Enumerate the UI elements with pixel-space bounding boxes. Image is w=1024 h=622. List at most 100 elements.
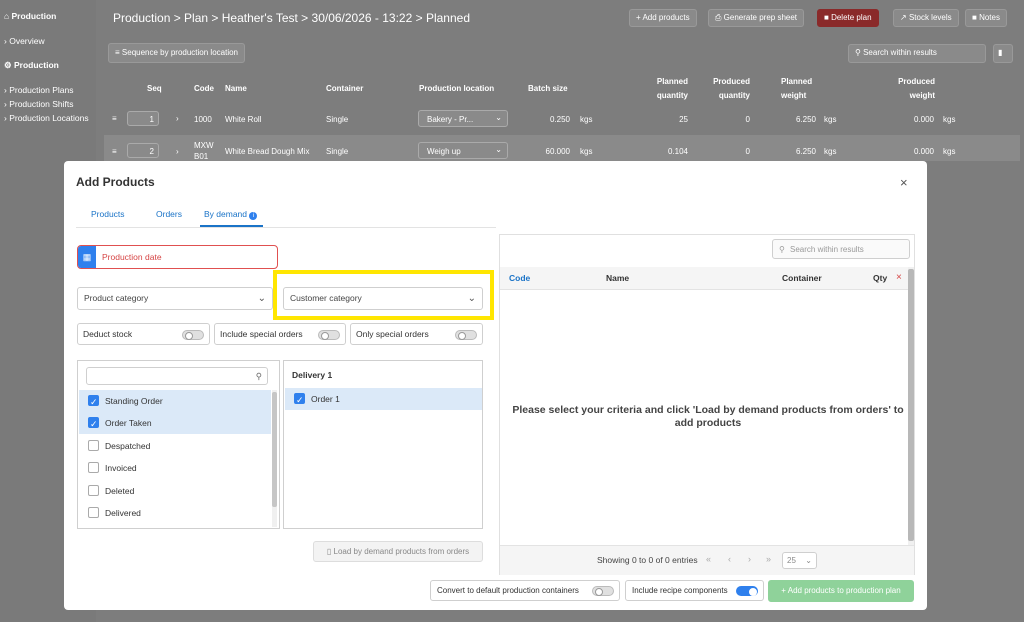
close-icon[interactable]: × [900, 175, 908, 190]
search-input[interactable]: ⚲ Search within results [848, 44, 986, 63]
toggle-switch[interactable] [736, 586, 758, 596]
col-qty[interactable]: Qty [873, 273, 887, 283]
export-button[interactable]: ▮ [993, 44, 1013, 63]
row-planned-weight: 6.250 [795, 147, 816, 156]
list-item-label: Order 1 [311, 394, 340, 404]
select-value: 25 [787, 556, 796, 565]
breadcrumb: Production > Plan > Heather's Test > 30/… [113, 11, 470, 25]
page-size-select[interactable]: 25 ⌄ [782, 552, 817, 569]
production-date-input[interactable]: ▦ Production date [77, 245, 278, 269]
scrollbar-thumb[interactable] [272, 392, 277, 507]
sidebar-section-production-2[interactable]: ⚙ Production [4, 60, 59, 71]
col-code[interactable]: Code [509, 273, 530, 283]
add-products-button[interactable]: + Add products [629, 9, 697, 27]
checkbox[interactable] [88, 462, 99, 473]
col-code[interactable]: Code [194, 84, 214, 93]
col-container[interactable]: Container [782, 273, 822, 283]
tab-products[interactable]: Products [91, 209, 125, 219]
col-seq[interactable]: Seq [147, 84, 162, 93]
col-produced-quantity[interactable]: Produced quantity [706, 77, 750, 100]
toggle-switch[interactable] [318, 330, 340, 340]
col-planned-weight[interactable]: Planned weight [781, 77, 812, 100]
order-status-list: ⚲ Standing Order Order Taken Despatched … [77, 360, 280, 529]
sidebar-item-production-locations[interactable]: › Production Locations [4, 113, 89, 123]
sidebar-item-production-shifts[interactable]: › Production Shifts [4, 99, 73, 109]
last-page-icon[interactable]: » [766, 554, 771, 564]
col-planned-quantity[interactable]: Planned quantity [654, 77, 688, 100]
row-produced-weight: 0.000 [913, 147, 934, 156]
row-name: White Bread Dough Mix [225, 147, 310, 156]
list-item[interactable]: Order Taken [79, 412, 271, 435]
sort-icon: ≡ [115, 48, 120, 57]
seq-input[interactable]: 2 [127, 143, 159, 158]
sidebar-section-production[interactable]: ⌂ Production [4, 11, 56, 21]
col-produced-weight[interactable]: Produced weight [890, 77, 935, 100]
list-item[interactable]: Delivered [79, 502, 271, 524]
prev-page-icon[interactable]: ‹ [728, 554, 731, 564]
list-item[interactable]: Order 1 [285, 388, 482, 411]
scrollbar[interactable] [908, 267, 914, 545]
stock-levels-button[interactable]: ↗ Stock levels [893, 9, 959, 27]
expand-icon[interactable]: › [176, 114, 179, 123]
product-category-select[interactable]: Product category ⌄ [77, 287, 273, 310]
sequence-by-location-button[interactable]: ≡ Sequence by production location [108, 43, 245, 63]
delete-plan-button[interactable]: ■ Delete plan [817, 9, 879, 27]
checkbox[interactable] [88, 391, 99, 413]
scrollbar[interactable] [272, 390, 277, 527]
location-select[interactable]: Weigh up ⌄ [418, 142, 508, 159]
drag-handle-icon[interactable]: ≡ [112, 147, 117, 156]
printer-icon: ⎙ [715, 13, 722, 22]
col-name[interactable]: Name [225, 84, 247, 93]
include-special-orders-toggle[interactable]: Include special orders [214, 323, 346, 345]
checkbox[interactable] [88, 507, 99, 518]
checkbox[interactable] [88, 413, 99, 435]
toggle-label: Only special orders [356, 329, 429, 339]
chevron-down-icon: ⌄ [467, 293, 476, 304]
deduct-stock-toggle[interactable]: Deduct stock [77, 323, 210, 345]
toggle-switch[interactable] [592, 586, 614, 596]
seq-value: 1 [149, 115, 154, 124]
scrollbar-thumb[interactable] [908, 269, 914, 541]
load-by-demand-button[interactable]: ▯ Load by demand products from orders [313, 541, 483, 562]
list-item[interactable]: Invoiced [79, 457, 271, 479]
next-page-icon[interactable]: › [748, 554, 751, 564]
toggle-label: Deduct stock [83, 329, 133, 339]
tab-by-demand[interactable]: By demand i [200, 209, 264, 227]
col-batch-size[interactable]: Batch size [528, 84, 568, 93]
clear-icon[interactable]: × [896, 272, 902, 283]
list-item[interactable]: Despatched [79, 435, 271, 457]
location-select[interactable]: Bakery - Pr... ⌄ [418, 110, 508, 127]
list-item[interactable]: Deleted [79, 480, 271, 502]
col-production-location[interactable]: Production location [419, 84, 494, 93]
chevron-down-icon: ⌄ [495, 145, 502, 154]
checkbox[interactable] [294, 389, 305, 411]
col-container[interactable]: Container [326, 84, 363, 93]
toggle-switch[interactable] [455, 330, 477, 340]
first-page-icon[interactable]: « [706, 554, 711, 564]
only-special-orders-toggle[interactable]: Only special orders [350, 323, 483, 345]
convert-default-containers-toggle[interactable]: Convert to default production containers [430, 580, 620, 601]
row-planned-qty: 0.104 [667, 147, 688, 156]
sidebar-item-production-plans[interactable]: › Production Plans [4, 85, 73, 95]
list-item[interactable]: Standing Order [79, 390, 271, 413]
seq-input[interactable]: 1 [127, 111, 159, 126]
results-search-input[interactable]: ⚲ Search within results [772, 239, 910, 259]
tab-orders[interactable]: Orders [156, 209, 182, 219]
list-item-label: Invoiced [105, 463, 137, 473]
button-label: Load by demand products from orders [333, 547, 470, 556]
expand-icon[interactable]: › [176, 147, 179, 156]
generate-prep-sheet-button[interactable]: ⎙ Generate prep sheet [708, 9, 805, 27]
notes-button[interactable]: ■ Notes [965, 9, 1007, 27]
row-produced-weight-unit: kgs [943, 147, 956, 156]
drag-handle-icon[interactable]: ≡ [112, 114, 117, 123]
checkbox[interactable] [88, 440, 99, 451]
customer-category-select[interactable]: Customer category ⌄ [283, 287, 483, 310]
sidebar-item-overview[interactable]: › Overview [4, 36, 45, 46]
status-search-input[interactable]: ⚲ [86, 367, 268, 385]
include-recipe-components-toggle[interactable]: Include recipe components [625, 580, 764, 601]
checkbox[interactable] [88, 485, 99, 496]
add-to-production-plan-button[interactable]: + Add products to production plan [768, 580, 914, 602]
toggle-switch[interactable] [182, 330, 204, 340]
col-name[interactable]: Name [606, 273, 629, 283]
entries-count: Showing 0 to 0 of 0 entries [597, 555, 698, 565]
